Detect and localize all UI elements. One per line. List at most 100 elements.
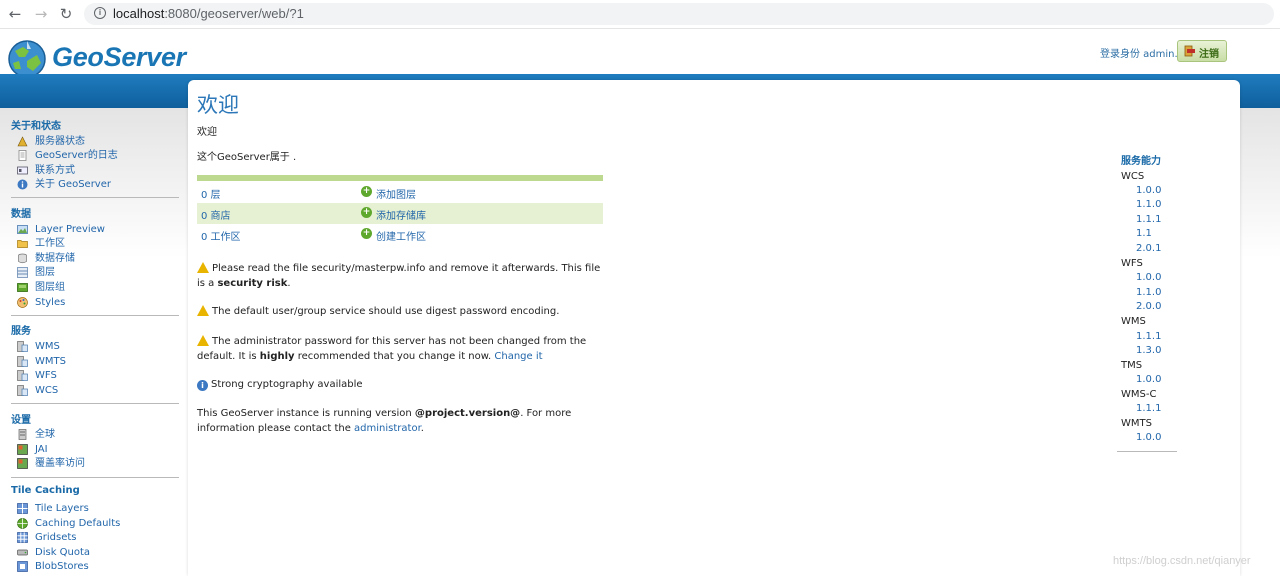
sidebar-item-label: 关于 GeoServer xyxy=(35,179,111,190)
sidebar-section-settings: 设置 xyxy=(11,411,179,426)
tile-grid-icon xyxy=(17,532,28,543)
sidebar-item-label: Layer Preview xyxy=(35,224,105,235)
sidebar-item-label: WCS xyxy=(35,385,59,396)
sidebar-section-title: 设置 xyxy=(11,415,31,426)
sidebar-item-label: Tile Layers xyxy=(35,503,89,514)
capability-version-link[interactable]: 1.0.0 xyxy=(1136,272,1161,283)
capability-version-link[interactable]: 1.1.1 xyxy=(1136,214,1161,225)
login-status: 登录身份 admin. xyxy=(1100,49,1178,60)
sidebar-item-label: WFS xyxy=(35,370,57,381)
add-icon: + xyxy=(361,228,372,239)
service-icon xyxy=(17,385,28,396)
warning-text: The default user/group service should us… xyxy=(212,306,560,317)
sidebar-item-label: Styles xyxy=(35,297,66,308)
capability-version-link[interactable]: 1.3.0 xyxy=(1136,345,1161,356)
sidebar-item-label: 工作区 xyxy=(35,238,65,249)
sidebar-item-label: 图层 xyxy=(35,267,55,278)
url-text[interactable]: localhost:8080/geoserver/web/?1 xyxy=(113,6,304,21)
service-icon xyxy=(17,341,28,352)
warning-emphasis: security risk xyxy=(217,278,288,289)
info-strong-crypto: i Strong cryptography available xyxy=(197,377,607,392)
sidebar-divider xyxy=(11,197,179,198)
administrator-link[interactable]: administrator xyxy=(354,423,421,434)
document-icon xyxy=(18,150,27,161)
sidebar-item-label: JAI xyxy=(35,444,48,455)
version-end: . xyxy=(420,423,424,434)
server-owner-description: 这个GeoServer属于 . xyxy=(197,152,297,163)
info-globe-icon xyxy=(17,179,28,190)
contact-card-icon xyxy=(17,166,28,175)
site-info-icon[interactable]: i xyxy=(94,7,106,19)
sidebar-item-label: 图层组 xyxy=(35,282,65,293)
warning-icon xyxy=(197,335,209,346)
table-row: 0 商店 + 添加存储库 xyxy=(197,203,603,224)
workspace-count-link[interactable]: 0 工作区 xyxy=(201,228,241,243)
content-panel xyxy=(188,80,1240,576)
info-text: Strong cryptography available xyxy=(211,379,363,390)
sidebar-item-label: Caching Defaults xyxy=(35,518,121,529)
back-arrow-icon[interactable]: ← xyxy=(6,5,24,23)
warning-end: . xyxy=(287,278,291,289)
server-icon xyxy=(18,429,27,440)
image-icon xyxy=(17,444,28,455)
catalog-summary-table: 0 层 + 添加图层 0 商店 + 添加存储库 0 工作区 + 创建工作区 xyxy=(197,175,603,245)
capability-version-link[interactable]: 1.1.1 xyxy=(1136,331,1161,342)
store-count-link[interactable]: 0 商店 xyxy=(201,207,231,222)
url-path: :8080/geoserver/web/?1 xyxy=(164,6,304,21)
sidebar-section-data: 数据 xyxy=(11,205,179,220)
layer-icon xyxy=(17,267,28,278)
capability-version-link[interactable]: 1.1.0 xyxy=(1136,199,1161,210)
sidebar-item-label: GeoServer的日志 xyxy=(35,150,118,161)
sidebar-divider xyxy=(11,477,179,478)
sidebar-section-title: 数据 xyxy=(11,209,31,220)
capability-service-name: WCS xyxy=(1121,171,1145,182)
url-host: localhost xyxy=(113,6,165,21)
layer-preview-icon xyxy=(17,225,28,234)
add-store-label: 添加存储库 xyxy=(376,211,426,222)
capability-version-link[interactable]: 1.0.0 xyxy=(1136,432,1161,443)
sidebar-item-label: 全球 xyxy=(35,429,55,440)
watermark: https://blog.csdn.net/qianyer xyxy=(1113,555,1251,567)
tile-grid-icon xyxy=(17,503,28,514)
reload-icon[interactable]: ↻ xyxy=(57,5,75,23)
sidebar-item-label: WMTS xyxy=(35,356,66,367)
capability-service-name: WMS xyxy=(1121,316,1146,327)
warning-admin-password: The administrator password for this serv… xyxy=(197,334,607,364)
capability-service-name: TMS xyxy=(1121,360,1143,371)
forward-arrow-icon[interactable]: → xyxy=(32,5,50,23)
capabilities-title: 服务能力 xyxy=(1121,156,1161,167)
info-icon: i xyxy=(197,380,208,391)
sidebar-item-label: 服务器状态 xyxy=(35,136,85,147)
add-layer-label: 添加图层 xyxy=(376,190,416,201)
globe-icon xyxy=(17,518,28,529)
sidebar-section-about: 关于和状态 xyxy=(11,117,179,132)
layer-count-link[interactable]: 0 层 xyxy=(201,186,221,201)
image-icon xyxy=(17,458,28,469)
sidebar-section-services: 服务 xyxy=(11,322,179,337)
capability-version-link[interactable]: 1.1.1 xyxy=(1136,403,1161,414)
sidebar-item-label: Gridsets xyxy=(35,532,77,543)
logout-button[interactable]: 注销 xyxy=(1177,40,1227,62)
sidebar-item-label: BlobStores xyxy=(35,561,89,572)
table-row: 0 工作区 + 创建工作区 xyxy=(197,224,603,245)
table-row: 0 层 + 添加图层 xyxy=(197,182,603,203)
sidebar-section-title: 服务 xyxy=(11,326,31,337)
logout-icon xyxy=(1184,45,1195,57)
capability-version-link[interactable]: 2.0.0 xyxy=(1136,301,1161,312)
sidebar-divider xyxy=(11,403,179,404)
warning-masterpw: Please read the file security/masterpw.i… xyxy=(197,261,607,291)
capability-version-link[interactable]: 1.1 xyxy=(1136,228,1152,239)
address-bar[interactable]: i localhost:8080/geoserver/web/?1 xyxy=(84,3,1274,25)
capability-version-link[interactable]: 1.1.0 xyxy=(1136,287,1161,298)
change-password-link[interactable]: Change it xyxy=(494,351,542,362)
sidebar-item-label: WMS xyxy=(35,341,60,352)
capability-version-link[interactable]: 1.0.0 xyxy=(1136,374,1161,385)
sidebar-section-title: Tile Caching xyxy=(11,485,80,496)
sidebar-section-title: 关于和状态 xyxy=(11,121,61,132)
capability-version-link[interactable]: 2.0.1 xyxy=(1136,243,1161,254)
capability-version-link[interactable]: 1.0.0 xyxy=(1136,185,1161,196)
browser-toolbar: ← → ↻ i localhost:8080/geoserver/web/?1 xyxy=(0,0,1280,29)
layer-group-icon xyxy=(17,283,28,292)
logout-label: 注销 xyxy=(1199,49,1219,60)
warning-digest-encoding: The default user/group service should us… xyxy=(197,304,607,319)
